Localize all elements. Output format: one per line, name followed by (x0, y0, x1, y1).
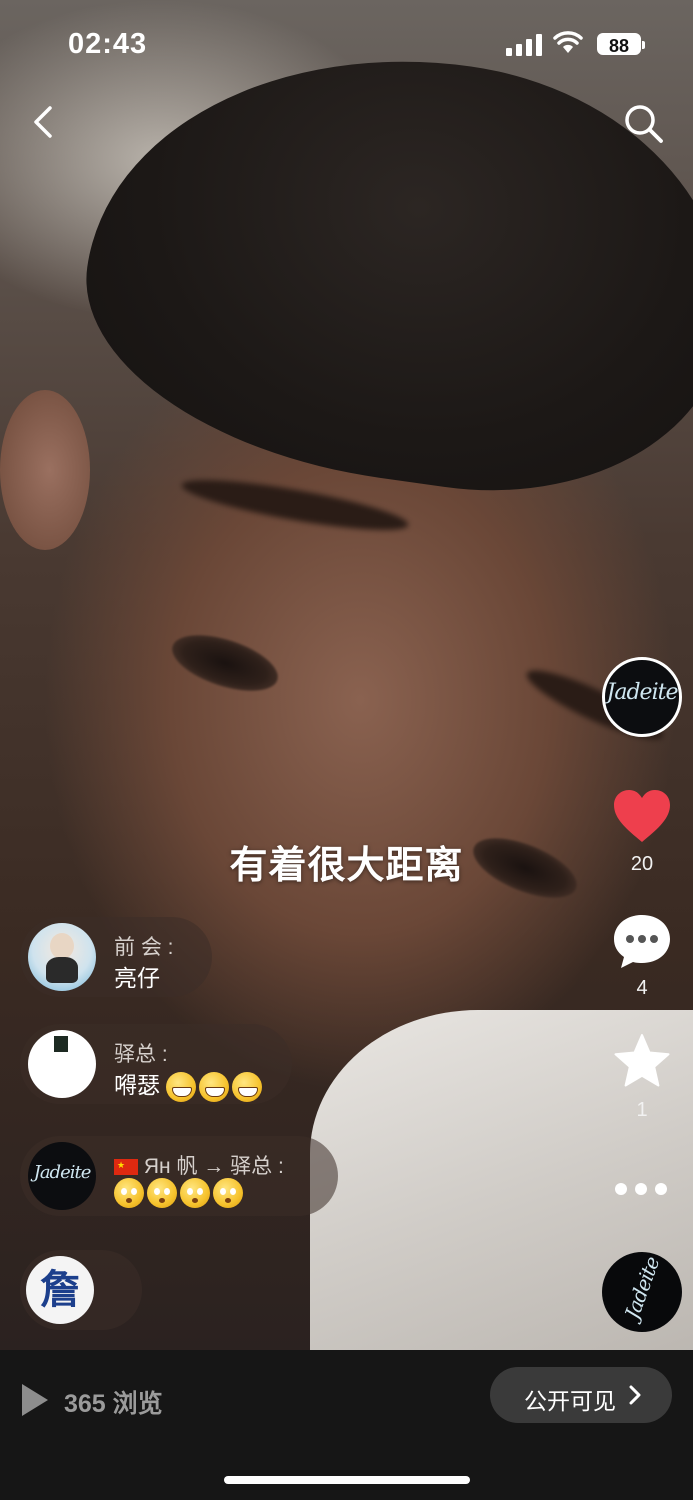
status-time: 02:43 (68, 28, 148, 60)
star-icon (614, 1034, 670, 1087)
video-frame-eye (165, 624, 285, 702)
grinning-emoji-icon (166, 1071, 197, 1102)
comment-author: 驿总 : (114, 1043, 168, 1066)
music-disc-logo: Jadeite (619, 1253, 665, 1323)
comment-bubble[interactable]: Jadeite ★ Ян 帆 → 驿总 : (20, 1136, 338, 1216)
comment-avatar[interactable] (28, 923, 96, 991)
wifi-icon (553, 31, 583, 53)
comment-text-row: 嘚瑟 (114, 1066, 263, 1102)
video-frame-ear (0, 390, 90, 550)
back-button[interactable] (24, 100, 64, 144)
china-flag-icon: ★ (114, 1159, 138, 1176)
comment-avatar-logo: Jadeite (33, 1162, 92, 1183)
comment-button[interactable]: 4 (602, 912, 682, 1000)
comment-author: Ян 帆 → 驿总 : (143, 1155, 284, 1178)
comment-avatar[interactable] (28, 1030, 96, 1098)
status-bar: 02:43 88 (0, 0, 693, 90)
visibility-label: 公开可见 (524, 1388, 616, 1414)
back-icon (34, 106, 52, 138)
search-button[interactable] (620, 100, 666, 146)
favorite-count: 1 (636, 1099, 648, 1121)
more-icon (615, 1183, 627, 1195)
comment-avatar[interactable]: Jadeite (28, 1142, 96, 1210)
search-icon (625, 105, 663, 143)
comment-bubble[interactable]: 前 会 : 亮仔 (20, 917, 212, 997)
grinning-emoji-icon (199, 1071, 230, 1102)
flushed-emoji-icon (114, 1178, 144, 1208)
play-icon (22, 1384, 48, 1416)
chevron-right-icon (629, 1385, 641, 1405)
comment-bubble[interactable]: 驿总 : 嘚瑟 (20, 1024, 292, 1104)
grinning-emoji-icon (232, 1071, 263, 1102)
comment-text-row (114, 1178, 243, 1208)
author-avatar[interactable]: Jadeite (602, 657, 682, 737)
comment-bubble[interactable]: 詹 (20, 1250, 142, 1330)
comment-text: 亮仔 (114, 965, 160, 991)
video-caption: 有着很大距离 (229, 845, 464, 887)
flushed-emoji-icon (180, 1178, 210, 1208)
author-logo-text: Jadeite (606, 680, 679, 705)
comment-count: 4 (636, 977, 648, 999)
home-indicator[interactable] (224, 1476, 470, 1484)
video-frame-brow (179, 470, 411, 540)
flushed-emoji-group (114, 1178, 243, 1208)
comment-author-row: ★ Ян 帆 → 驿总 : (114, 1150, 284, 1180)
flushed-emoji-icon (213, 1178, 243, 1208)
comment-author: 前 会 : (114, 936, 174, 959)
battery-icon: 88 (597, 33, 645, 56)
like-button[interactable]: 20 (602, 788, 682, 876)
cellular-signal-icon (506, 34, 542, 56)
flushed-emoji-icon (147, 1178, 177, 1208)
comment-avatar[interactable]: 詹 (26, 1256, 94, 1324)
comment-text: 嘚瑟 (114, 1072, 160, 1098)
visibility-button[interactable]: 公开可见 (490, 1367, 672, 1423)
grinning-emoji-group (166, 1071, 263, 1102)
heart-icon (614, 790, 670, 842)
comment-icon (614, 915, 670, 968)
like-count: 20 (630, 853, 654, 875)
view-count: 365 浏览 (64, 1390, 163, 1418)
music-disc-avatar[interactable]: Jadeite (602, 1252, 682, 1332)
more-options-button[interactable] (612, 1178, 670, 1200)
bottom-bar: 365 浏览 公开可见 (0, 1350, 693, 1500)
video-frame-hair (63, 17, 693, 523)
favorite-button[interactable]: 1 (602, 1032, 682, 1122)
